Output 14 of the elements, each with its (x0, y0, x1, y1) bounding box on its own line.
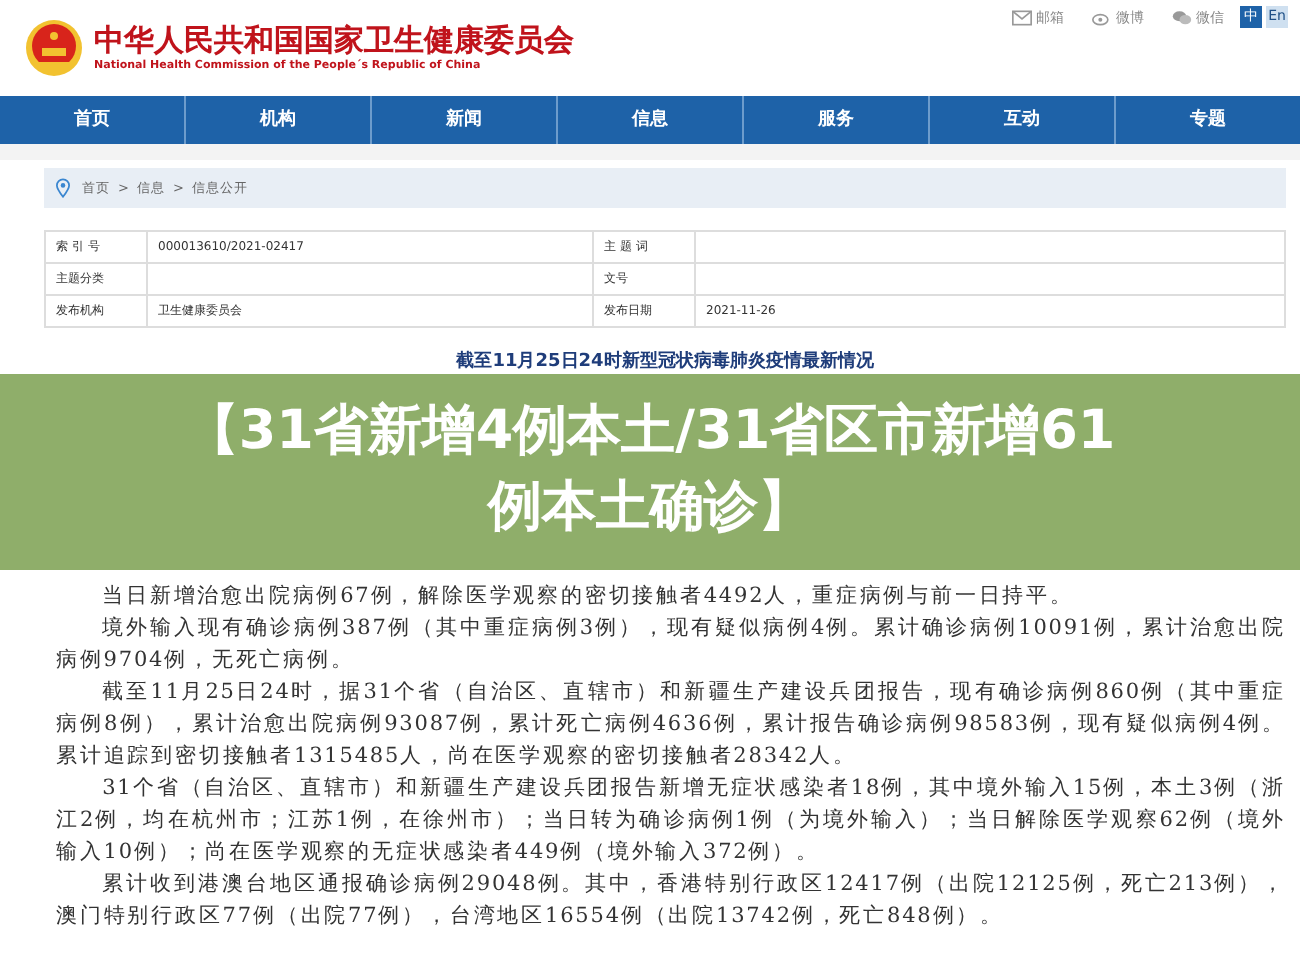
mail-icon (1012, 9, 1032, 25)
article-paragraph: 累计收到港澳台地区通报确诊病例29048例。其中，香港特别行政区12417例（出院12125例，死亡213例），澳门特别行政区77例（出院77例），台湾地区16554例（出院13742例，死亡848例）。 (54, 870, 1286, 932)
article-paragraph: 截至11月25日24时，据31个省（自治区、直辖市）和新疆生产建设兵团报告，现有确诊病例860例（其中重症病例8例），累计治愈出院病例93087例，累计死亡病例4636例，累计报告确诊病例98583例，现有疑似病例4例。累计追踪到密切接触者1315485人，尚在医学观察的密切接触者28342人。 (54, 678, 1286, 772)
eye-icon (1092, 9, 1112, 25)
nav-item[interactable]: 首页 (0, 96, 184, 144)
article-paragraph: 31个省（自治区、直辖市）和新疆生产建设兵团报告新增无症状感染者18例，其中境外输入15例，本土3例（浙江2例，均在杭州市；江苏1例，在徐州市）；当日转为确诊病例1例（为境外输入）；当日解除医学观察62例（境外输入10例）；尚在医学观察的无症状感染者449例（境外输入372例）。 (54, 774, 1286, 868)
article-title: 截至11月25日24时新型冠状病毒肺炎疫情最新情况 (454, 350, 876, 374)
speech-bubble-icon (1172, 9, 1192, 25)
location-pin-icon (56, 178, 70, 198)
emblem-icon (24, 18, 84, 78)
headline-banner: 【31省新增4例本土/31省区市新增61例本土确诊】 (0, 374, 1300, 570)
article-paragraph: 境外输入现有确诊病例387例（其中重症病例3例），现有疑似病例4例。累计确诊病例10091例，累计治愈出院病例9704例，无死亡病例。 (54, 614, 1286, 676)
site-title: 中华人民共和国国家卫生健康委员会 (94, 22, 574, 58)
article-paragraph: 当日新增治愈出院病例67例，解除医学观察的密切接触者4492人，重症病例与前一日持平。 (100, 582, 1076, 612)
